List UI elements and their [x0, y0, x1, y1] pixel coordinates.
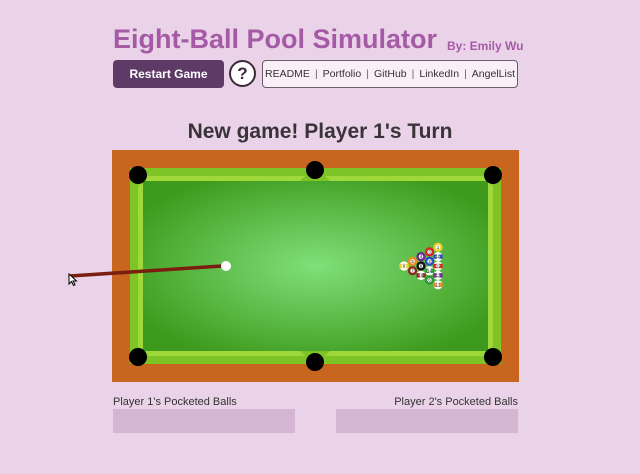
pool-ball-9: 9: [399, 261, 409, 271]
player2-pocketed-tray: [336, 409, 518, 433]
ball-number: 15: [419, 273, 424, 278]
pool-ball-8: 8: [416, 261, 426, 271]
pool-ball-10: 10: [433, 252, 443, 262]
pocket: [306, 353, 324, 371]
pool-ball-6: 6: [424, 275, 435, 285]
mouse-pointer-icon: [68, 273, 78, 287]
pocket: [484, 166, 502, 184]
pool-ball-12: 12: [433, 270, 443, 280]
pool-table[interactable]: 957 48 15 32 14 6 1 10 11 12 13: [0, 0, 640, 474]
pool-ball-7: 7: [407, 266, 418, 276]
player1-pocketed-tray: [113, 409, 295, 433]
pocket: [129, 348, 147, 366]
pocket: [129, 166, 147, 184]
player1-pocketed-label: Player 1's Pocketed Balls: [113, 396, 237, 408]
cue-ball[interactable]: [221, 261, 231, 271]
pool-ball-11: 11: [433, 261, 443, 271]
pool-ball-1: 1: [433, 242, 443, 252]
ball-number: 11: [436, 264, 441, 269]
player2-pocketed-label: Player 2's Pocketed Balls: [394, 396, 518, 408]
ball-number: 14: [427, 268, 432, 273]
pocket: [484, 348, 502, 366]
pool-ball-15: 15: [416, 270, 426, 280]
pool-ball-2: 2: [424, 256, 435, 266]
ball-number: 12: [436, 273, 441, 278]
pool-ball-3: 3: [424, 247, 435, 257]
pocket: [306, 161, 324, 179]
pool-ball-13: 13: [433, 280, 443, 290]
ball-number: 13: [436, 282, 441, 287]
pool-ball-5: 5: [407, 256, 418, 266]
pool-ball-14: 14: [424, 266, 435, 276]
ball-number: 10: [436, 254, 441, 259]
pool-ball-4: 4: [416, 252, 426, 262]
